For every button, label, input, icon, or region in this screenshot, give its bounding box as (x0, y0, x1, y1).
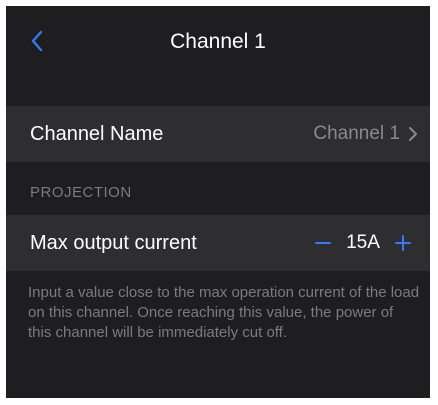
channel-name-label: Channel Name (30, 122, 164, 145)
max-output-current-row: Max output current 15A (6, 215, 430, 271)
chevron-right-icon (409, 127, 417, 141)
channel-name-value: Channel 1 (313, 123, 400, 144)
plus-icon (395, 235, 411, 251)
decrement-button[interactable] (306, 226, 340, 260)
max-output-current-help-text: Input a value close to the max operation… (28, 284, 420, 341)
current-stepper: 15A (306, 226, 420, 260)
max-output-current-label: Max output current (30, 231, 197, 254)
channel-name-row[interactable]: Channel Name Channel 1 (6, 106, 430, 162)
max-output-current-value: 15A (346, 232, 380, 253)
channel-name-value-group: Channel 1 (313, 123, 420, 145)
minus-icon (315, 242, 331, 244)
settings-screen: Channel 1 Channel Name Channel 1 PROJECT… (6, 6, 430, 398)
projection-section-header: PROJECTION (30, 184, 132, 201)
increment-button[interactable] (386, 226, 420, 260)
navigation-bar: Channel 1 (6, 6, 430, 74)
page-title: Channel 1 (170, 30, 266, 53)
